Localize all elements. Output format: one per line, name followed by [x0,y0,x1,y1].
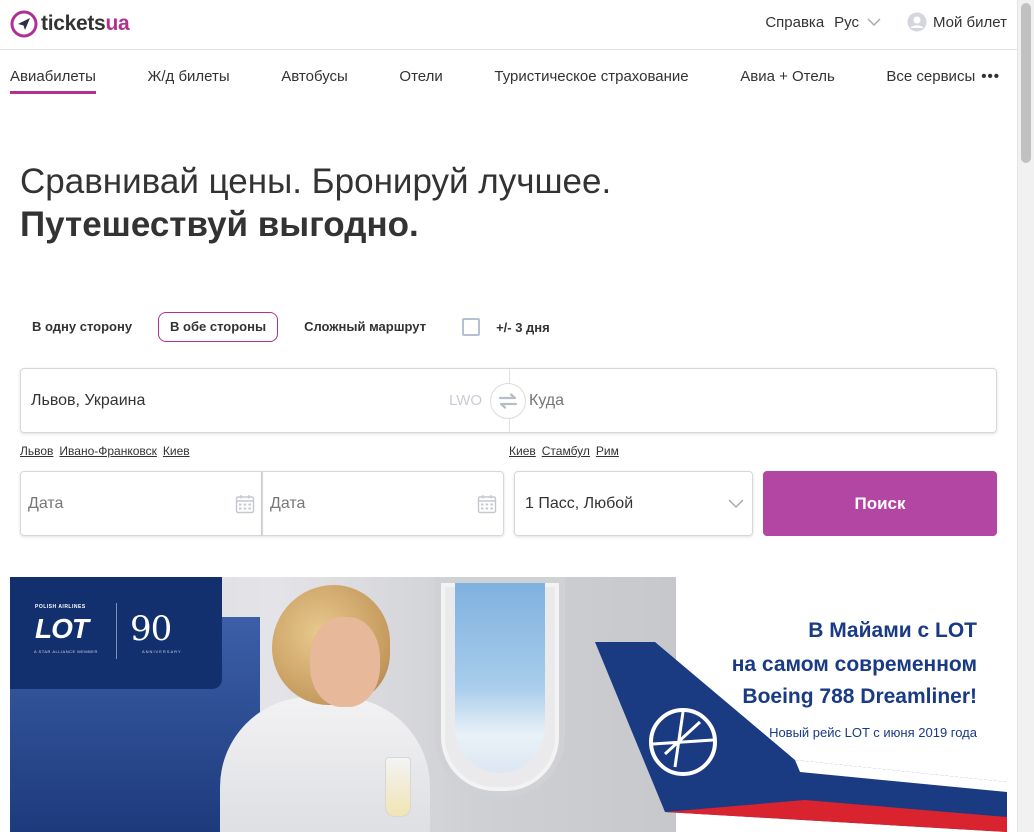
lot-separator [116,603,117,659]
quick-from-item[interactable]: Ивано-Франковск [59,444,156,458]
quick-to-item[interactable]: Рим [596,444,619,458]
champagne-glass-image [385,757,411,817]
nav-item-flights[interactable]: Авиабилеты [10,58,96,98]
logo[interactable]: ticketsua [10,10,130,38]
lot-tagline-top: POLISH AIRLINES [35,604,86,610]
nav-item-buses[interactable]: Автобусы [281,58,348,98]
language-selector[interactable]: Рус [834,14,881,31]
flex-dates-checkbox[interactable] [462,318,481,336]
depart-date-input[interactable]: Дата [20,471,262,536]
calendar-icon [235,495,255,514]
hero-title: Сравнивай цены. Бронируй лучшее. [20,162,612,201]
lot-logo: LOT [35,613,89,644]
lot-logo-panel: POLISH AIRLINES LOT A STAR ALLIANCE MEMB… [10,577,222,689]
flex-dates-label: +/- 3 дня [496,319,550,335]
scrollbar-thumb[interactable] [1021,3,1031,163]
quick-to-item[interactable]: Киев [509,444,536,458]
trip-type-selector: В одну сторону В обе стороны Сложный мар… [20,312,550,342]
search-button[interactable]: Поиск [763,471,997,536]
banner-headline-line2: на самом современном [731,653,977,676]
passengers-value: 1 Пасс, Любой [525,495,634,512]
passengers-select[interactable]: 1 Пасс, Любой [514,471,753,536]
nav-item-hotels[interactable]: Отели [399,58,442,98]
route-box: Львов, Украина LWO Куда [20,368,997,433]
banner-subline: Новый рейс LOT с июня 2019 года [769,725,977,740]
quick-from-item[interactable]: Киев [163,444,190,458]
page-scrollbar[interactable] [1017,0,1034,832]
trip-round-trip[interactable]: В обе стороны [158,312,279,342]
swap-button[interactable] [490,383,526,419]
airplane-window-image [435,577,565,797]
trip-one-way[interactable]: В одну сторону [20,312,144,342]
swap-arrows-icon [498,393,518,409]
promo-banner[interactable]: POLISH AIRLINES LOT A STAR ALLIANCE MEMB… [10,577,1007,832]
calendar-icon [477,495,497,514]
banner-headline-line3: Boeing 788 Dreamliner! [742,685,977,708]
banner-photo: POLISH AIRLINES LOT A STAR ALLIANCE MEMB… [10,577,676,832]
service-nav: Авиабилеты Ж/д билеты Автобусы Отели Тур… [10,58,1000,98]
top-header: ticketsua Справка Рус Мой билет [0,0,1017,50]
anniversary-number: 90 [130,609,172,649]
nav-item-trains[interactable]: Ж/д билеты [148,58,230,98]
nav-item-flight-hotel[interactable]: Авиа + Отель [740,58,835,98]
to-input[interactable]: Куда [529,369,564,432]
window-sky [455,583,545,773]
lot-tagline-bottom: A STAR ALLIANCE MEMBER [34,649,98,654]
depart-date-placeholder: Дата [28,495,64,512]
quick-from-item[interactable]: Львов [20,444,53,458]
nav-item-all-services[interactable]: Все сервисы ••• [886,58,1000,98]
language-label: Рус [834,13,859,31]
logo-text: ticketsua [41,12,130,35]
my-ticket-link[interactable]: Мой билет [907,12,1007,32]
more-dots-icon: ••• [981,68,1000,85]
trip-multi-city[interactable]: Сложный маршрут [292,312,438,342]
banner-headline-line1: В Майами с LOT [808,619,977,642]
anniversary-label: ANNIVERSARY [142,649,182,654]
chevron-down-icon [867,17,881,26]
from-input[interactable]: Львов, Украина [21,369,509,432]
header-actions: Справка Рус Мой билет [765,12,1007,32]
my-ticket-label: Мой билет [933,13,1007,31]
chevron-down-icon [728,499,744,509]
ticketsua-logo-icon [10,10,38,38]
return-date-input[interactable]: Дата [262,471,504,536]
page: ticketsua Справка Рус Мой билет Авиабиле… [0,0,1034,832]
quick-to-item[interactable]: Стамбул [542,444,590,458]
nav-item-insurance[interactable]: Туристическое страхование [494,58,688,98]
all-services-label: Все сервисы [886,68,976,85]
return-date-placeholder: Дата [270,495,306,512]
quick-to-links: Киев Стамбул Рим [509,444,625,458]
user-icon [907,12,927,32]
help-link[interactable]: Справка [765,14,824,31]
hero-subtitle: Путешествуй выгодно. [20,205,419,244]
quick-from-links: Львов Ивано-Франковск Киев [20,444,196,458]
passenger-face-image [310,617,380,707]
from-airport-code: LWO [449,392,483,409]
